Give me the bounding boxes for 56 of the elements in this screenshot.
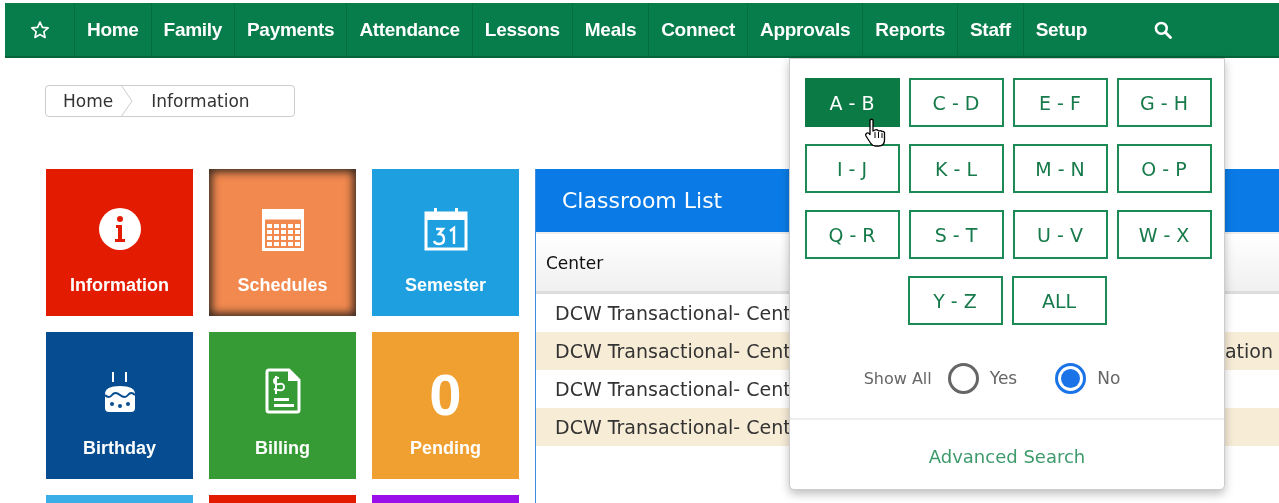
nav-item[interactable]: Setup (1022, 3, 1099, 56)
info-icon (97, 207, 142, 251)
nav-item[interactable]: Approvals (747, 3, 863, 56)
calendar-icon (423, 207, 468, 251)
nav-item[interactable]: Payments (234, 3, 347, 56)
radio-label: No (1097, 368, 1121, 388)
nav-item[interactable]: Meals (571, 3, 649, 56)
radio-button[interactable] (947, 362, 979, 394)
tile-label: Information (70, 275, 169, 296)
tile-label: Birthday (83, 438, 156, 459)
letter-range-button[interactable]: Y - Z (907, 276, 1003, 325)
nav-item[interactable]: Home (74, 3, 151, 56)
column-header[interactable]: Center (546, 252, 604, 273)
letter-range-button[interactable]: E - F (1012, 78, 1108, 127)
letter-range-button[interactable]: S - T (908, 210, 1004, 259)
letter-range-button[interactable]: U - V (1012, 210, 1108, 259)
panel-title: Classroom List (562, 188, 723, 213)
nav-item[interactable]: Connect (648, 3, 748, 56)
hand-cursor-icon (864, 118, 886, 148)
tile[interactable]: Birthday (46, 332, 193, 479)
letter-range-button[interactable]: M - N (1012, 144, 1108, 193)
letter-range-button[interactable]: Q - R (804, 210, 900, 259)
letter-range-button[interactable]: I - J (804, 144, 900, 193)
table-cell: DCW Transactional- Cent (555, 340, 791, 362)
radio-button[interactable] (1055, 362, 1087, 394)
letter-range-button[interactable]: K - L (908, 144, 1004, 193)
search-icon (1153, 19, 1173, 40)
letter-range-button[interactable]: O - P (1116, 144, 1212, 193)
tile-label: Schedules (237, 275, 328, 296)
advanced-search-link[interactable]: Advanced Search (928, 446, 1086, 467)
breadcrumb-link[interactable]: Information (133, 86, 267, 116)
pending-count: 0 (429, 366, 462, 424)
invoice-icon (264, 368, 301, 414)
nav-item[interactable]: Family (150, 3, 234, 56)
nav-item[interactable]: Staff (957, 3, 1023, 56)
letter-range-button[interactable]: W - X (1116, 210, 1212, 259)
table-cell: ation (1224, 340, 1273, 362)
tile[interactable]: Billing (209, 332, 356, 479)
tile[interactable]: Information (46, 169, 193, 316)
table-cell: DCW Transactional- Cent (555, 416, 791, 438)
nav-item[interactable]: Lessons (471, 3, 572, 56)
nav-item[interactable]: Reports (862, 3, 957, 56)
show-all-label: Show All (863, 368, 932, 388)
letter-range-button[interactable]: ALL (1011, 276, 1107, 325)
letter-range-button[interactable]: C - D (908, 78, 1004, 127)
tile-label: Billing (255, 438, 310, 459)
star-icon[interactable] (30, 19, 50, 40)
letter-range-button[interactable]: A - B (804, 78, 900, 127)
tile[interactable]: Semester (372, 169, 519, 316)
radio-label: Yes (989, 368, 1018, 388)
tile-label: Pending (410, 438, 481, 459)
letter-range-button[interactable]: G - H (1116, 78, 1212, 127)
tile-label: Semester (404, 275, 487, 296)
calendar-grid-icon (261, 209, 304, 251)
nav-item[interactable]: Attendance (346, 3, 472, 56)
breadcrumb-link[interactable]: Home (46, 86, 122, 116)
